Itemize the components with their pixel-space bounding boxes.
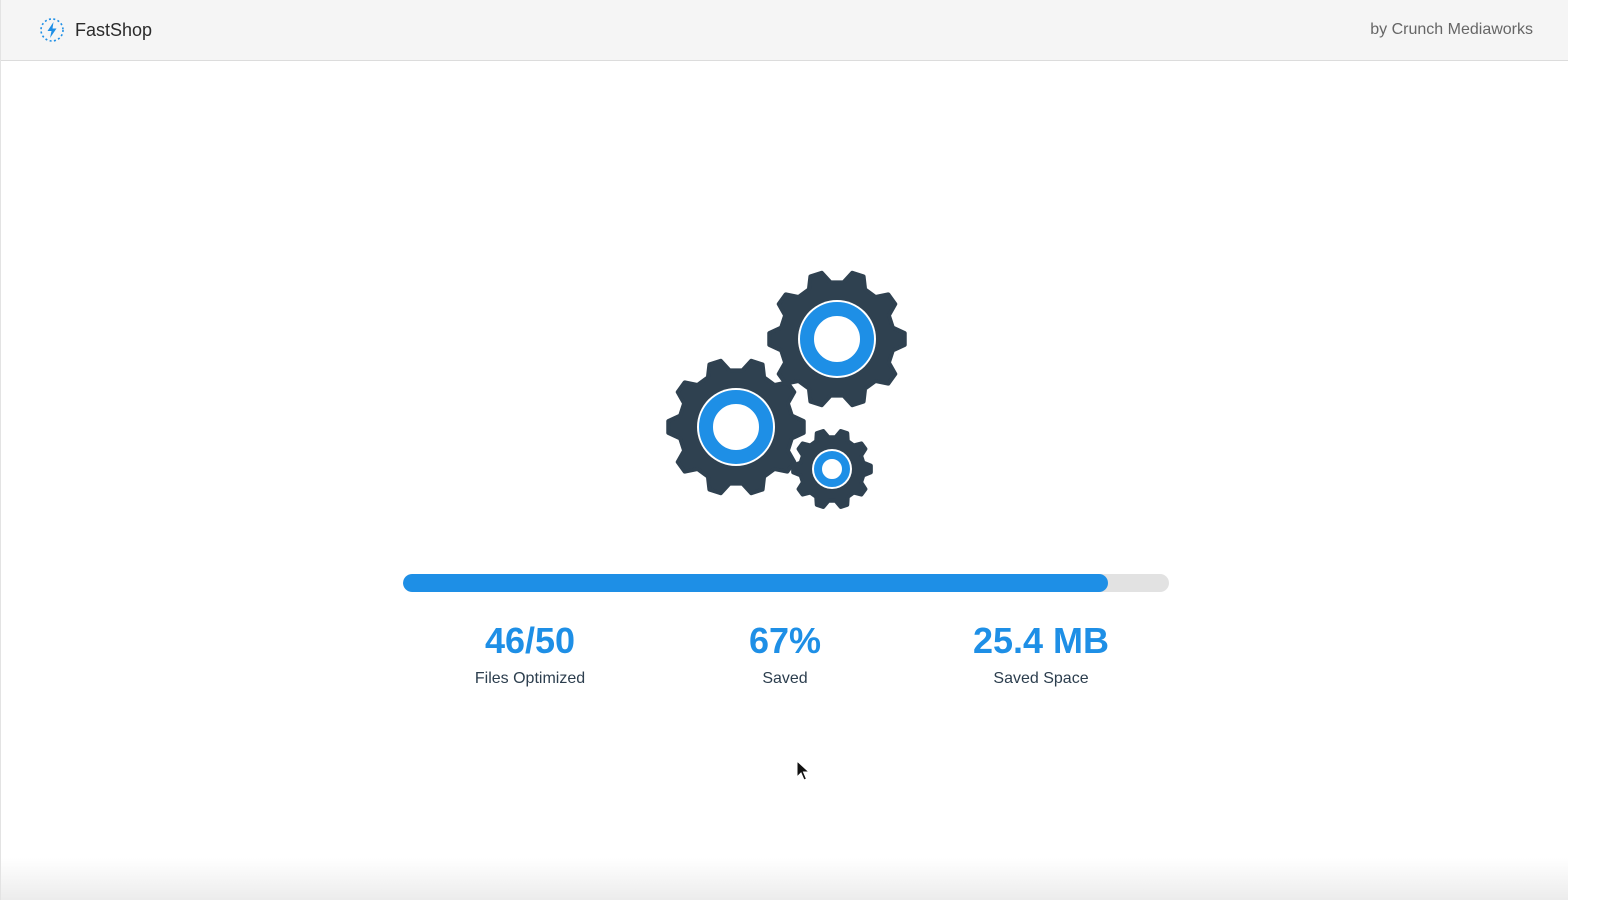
lightning-bolt-icon: [40, 18, 64, 42]
stat-label: Saved Space: [993, 670, 1089, 687]
stat-saved-percent: 67% Saved: [665, 618, 905, 690]
progress-fill: [403, 574, 1108, 592]
app-window: FastShop by Crunch Mediaworks 46/50 File…: [0, 0, 1569, 900]
optimization-progress-bar: [403, 574, 1169, 592]
stat-value: 25.4 MB: [972, 620, 1110, 661]
stat-value: 46/50: [484, 620, 576, 661]
window-gutter: [1568, 0, 1600, 900]
mouse-cursor-icon: [796, 760, 810, 781]
app-header: FastShop by Crunch Mediaworks: [1, 0, 1569, 61]
stat-label: Saved: [762, 670, 808, 687]
gear-small-icon: [791, 428, 873, 510]
stat-files-optimized: 46/50 Files Optimized: [410, 618, 650, 690]
gears-icon: [666, 270, 907, 510]
stat-saved-space: 25.4 MB Saved Space: [921, 618, 1161, 690]
stat-label: Files Optimized: [474, 670, 586, 687]
app-title: FastShop: [75, 20, 153, 40]
vendor-byline: by Crunch Mediaworks: [1370, 21, 1533, 38]
stat-value: 67%: [748, 620, 822, 661]
bottom-edge: [1, 858, 1569, 900]
